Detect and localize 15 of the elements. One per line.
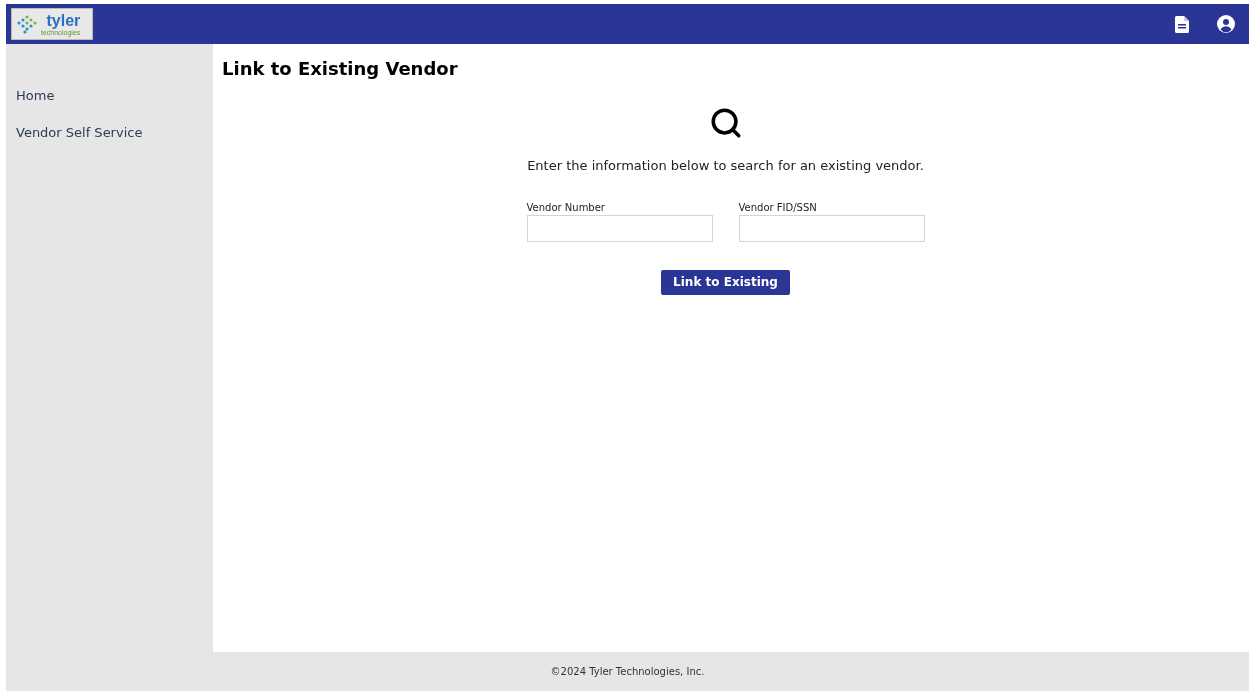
sidebar-link[interactable]: Home [16,86,55,106]
user-account-icon[interactable] [1217,15,1235,33]
instructions-text: Enter the information below to search for an existing vendor. [527,157,924,175]
sidebar-link[interactable]: Vendor Self Service [16,122,143,142]
link-to-existing-button[interactable]: Link to Existing [661,269,790,295]
dots-icon [15,13,39,35]
input-field[interactable] [526,214,713,242]
field-label: Vendor Number [526,200,605,215]
logo-name: tyler [46,12,81,29]
input-field[interactable] [738,214,925,242]
search-icon [708,106,743,140]
page-title: Link to Existing Vendor [222,57,458,81]
field-label: Vendor FID/SSN [738,200,817,215]
document-icon[interactable] [1175,15,1189,33]
copyright-text: ©2024 Tyler Technologies, Inc. [550,665,705,679]
